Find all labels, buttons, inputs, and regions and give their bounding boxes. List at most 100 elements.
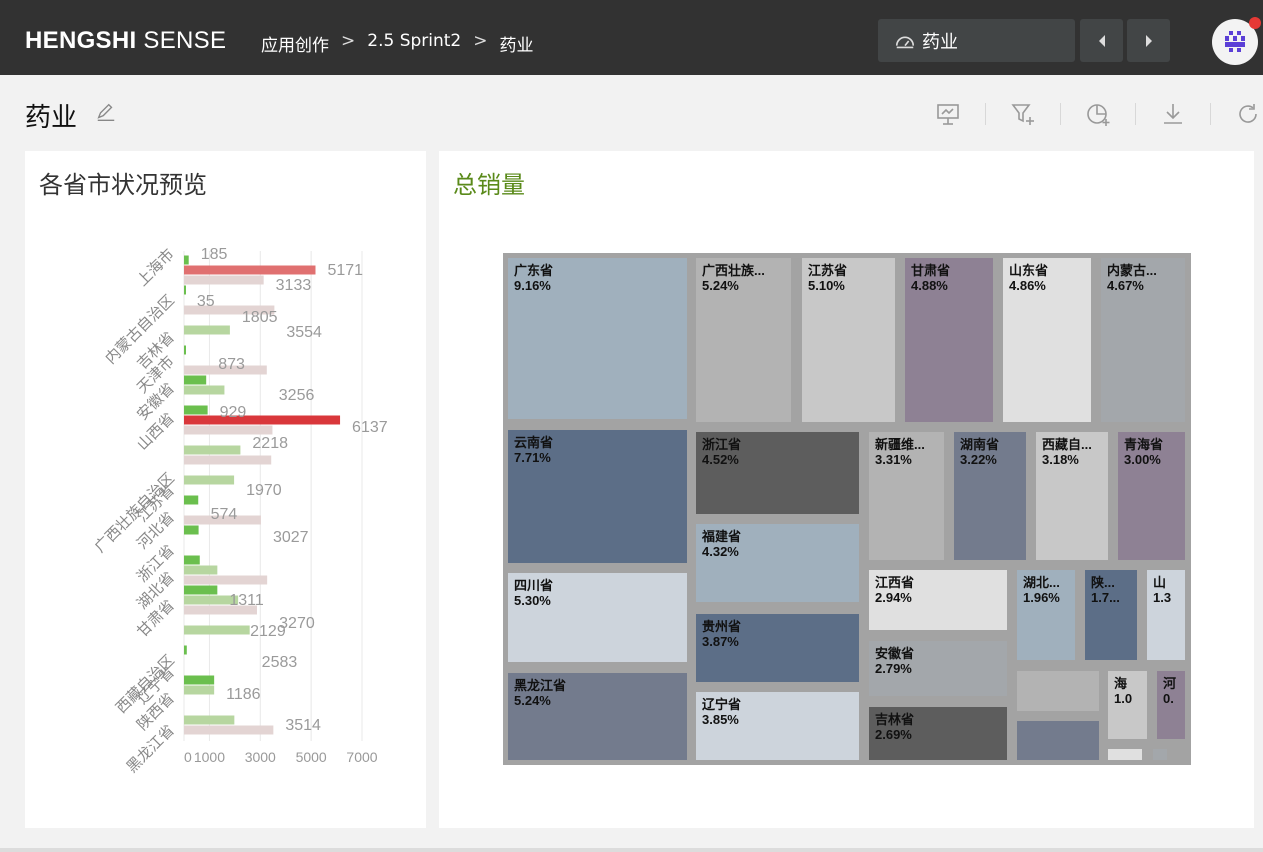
tile-percent: 3.85%: [702, 712, 739, 727]
treemap-tile[interactable]: 西藏自... 3.18%: [1036, 432, 1108, 560]
bar[interactable]: [184, 345, 186, 355]
treemap-tile[interactable]: 贵州省 3.87%: [696, 614, 859, 682]
chevron-right-icon: [1145, 34, 1152, 47]
treemap-tile[interactable]: 吉林省 2.69%: [869, 707, 1007, 760]
bar[interactable]: [184, 725, 274, 735]
dashboard-select[interactable]: 药业: [878, 19, 1075, 62]
treemap-tile[interactable]: 陕... 1.7...: [1085, 570, 1137, 660]
page-title: 药业: [25, 103, 78, 133]
treemap-tile[interactable]: [1017, 721, 1099, 760]
tile-name: 浙江省: [702, 437, 742, 452]
bar[interactable]: [184, 325, 230, 335]
x-tick-label: 1000: [194, 749, 225, 765]
treemap-tile[interactable]: 山东省 4.86%: [1003, 258, 1091, 422]
data-label: 5171: [327, 262, 363, 279]
download-icon: [1164, 104, 1182, 124]
treemap-tile[interactable]: [1108, 749, 1142, 760]
treemap-tile[interactable]: 浙江省 4.52%: [696, 432, 859, 514]
treemap-tile[interactable]: [1017, 671, 1099, 711]
category-label: 上海市: [133, 245, 178, 290]
refresh-button[interactable]: [1233, 99, 1263, 129]
bar[interactable]: [184, 415, 341, 425]
bar[interactable]: [184, 625, 250, 635]
treemap-tile[interactable]: 海 1.0: [1108, 671, 1147, 739]
province-overview-panel: 各省市状况预览 185 5171 3133 35 1805 3554 873 3256 929 6…: [25, 151, 426, 828]
tile-percent: 1.7...: [1091, 590, 1120, 605]
download-button[interactable]: [1158, 99, 1188, 129]
treemap-tile[interactable]: 江西省 2.94%: [869, 570, 1007, 630]
bar[interactable]: [184, 715, 235, 725]
treemap-tile[interactable]: [1153, 749, 1167, 760]
tile-percent: 5.30%: [514, 593, 551, 608]
treemap-tile[interactable]: 新疆维... 3.31%: [869, 432, 944, 560]
bar[interactable]: [184, 265, 316, 275]
treemap-tile[interactable]: 四川省 5.30%: [508, 573, 687, 662]
treemap-tile[interactable]: 广东省 9.16%: [508, 258, 687, 419]
avatar-icon: [1225, 31, 1245, 52]
bar[interactable]: [184, 645, 187, 655]
bar[interactable]: [184, 255, 189, 265]
edit-icon[interactable]: [95, 101, 117, 123]
bar[interactable]: [184, 285, 186, 295]
treemap-tile[interactable]: 辽宁省 3.85%: [696, 692, 859, 760]
treemap-tile[interactable]: 青海省 3.00%: [1118, 432, 1185, 560]
presentation-button[interactable]: [933, 99, 963, 129]
treemap-tile[interactable]: 安徽省 2.79%: [869, 641, 1007, 696]
bar[interactable]: [184, 555, 200, 565]
tile-percent: 1.96%: [1023, 590, 1060, 605]
tile-percent: 2.94%: [875, 590, 912, 605]
bar[interactable]: [184, 475, 235, 485]
data-label: 1311: [229, 592, 264, 609]
data-label: 1805: [242, 309, 278, 326]
tile-name: 四川省: [514, 578, 554, 593]
bar[interactable]: [184, 495, 199, 505]
data-label: 929: [220, 404, 247, 421]
treemap-tile[interactable]: 甘肃省 4.88%: [905, 258, 993, 422]
treemap-tile[interactable]: 内蒙古... 4.67%: [1101, 258, 1185, 422]
breadcrumb-item-sprint[interactable]: 2.5 Sprint2: [367, 31, 461, 56]
treemap-tile[interactable]: 云南省 7.71%: [508, 430, 687, 563]
data-label: 35: [197, 293, 215, 310]
bar[interactable]: [184, 425, 273, 435]
treemap-tile[interactable]: 河 0.: [1157, 671, 1185, 739]
data-label: 6137: [352, 419, 388, 436]
treemap-tile[interactable]: 黑龙江省 5.24%: [508, 673, 687, 760]
add-chart-button[interactable]: [1083, 99, 1113, 129]
bar[interactable]: [184, 675, 215, 685]
treemap-tile[interactable]: 福建省 4.32%: [696, 524, 859, 602]
bar[interactable]: [184, 525, 199, 535]
bar[interactable]: [184, 275, 264, 285]
tile-name: 内蒙古...: [1107, 263, 1157, 278]
prev-dashboard-button[interactable]: [1080, 19, 1123, 62]
tile-percent: 4.52%: [702, 452, 739, 467]
add-filter-button[interactable]: [1008, 99, 1038, 129]
bar[interactable]: [184, 565, 218, 575]
breadcrumb-item-app[interactable]: 应用创作: [261, 31, 329, 56]
bar[interactable]: [184, 445, 241, 455]
tile-name: 海: [1114, 676, 1128, 691]
bar[interactable]: [184, 685, 215, 695]
treemap-tile[interactable]: 湖南省 3.22%: [954, 432, 1026, 560]
presentation-icon: [937, 104, 959, 125]
tile-name: 山东省: [1009, 263, 1049, 278]
user-avatar[interactable]: [1212, 17, 1261, 65]
tile-name: 安徽省: [875, 646, 915, 661]
bar[interactable]: [184, 405, 208, 415]
tile-name: 福建省: [702, 529, 742, 544]
bottom-border: [0, 848, 1263, 852]
toolbar-divider: [1135, 103, 1136, 125]
bar[interactable]: [184, 375, 207, 385]
data-label: 574: [211, 506, 238, 523]
treemap-tile[interactable]: 江苏省 5.10%: [802, 258, 895, 422]
treemap-tile[interactable]: 广西壮族... 5.24%: [696, 258, 791, 422]
bar[interactable]: [184, 385, 225, 395]
treemap-tile[interactable]: 湖北... 1.96%: [1017, 570, 1075, 660]
bar[interactable]: [184, 585, 218, 595]
data-label: 2129: [250, 623, 286, 640]
treemap-tile[interactable]: 山 1.3: [1147, 570, 1185, 660]
bar[interactable]: [184, 575, 268, 585]
brand-logo[interactable]: HENGSHI SENSE: [25, 27, 226, 55]
tile-name: 湖北...: [1023, 575, 1060, 590]
next-dashboard-button[interactable]: [1127, 19, 1170, 62]
bar[interactable]: [184, 455, 272, 465]
